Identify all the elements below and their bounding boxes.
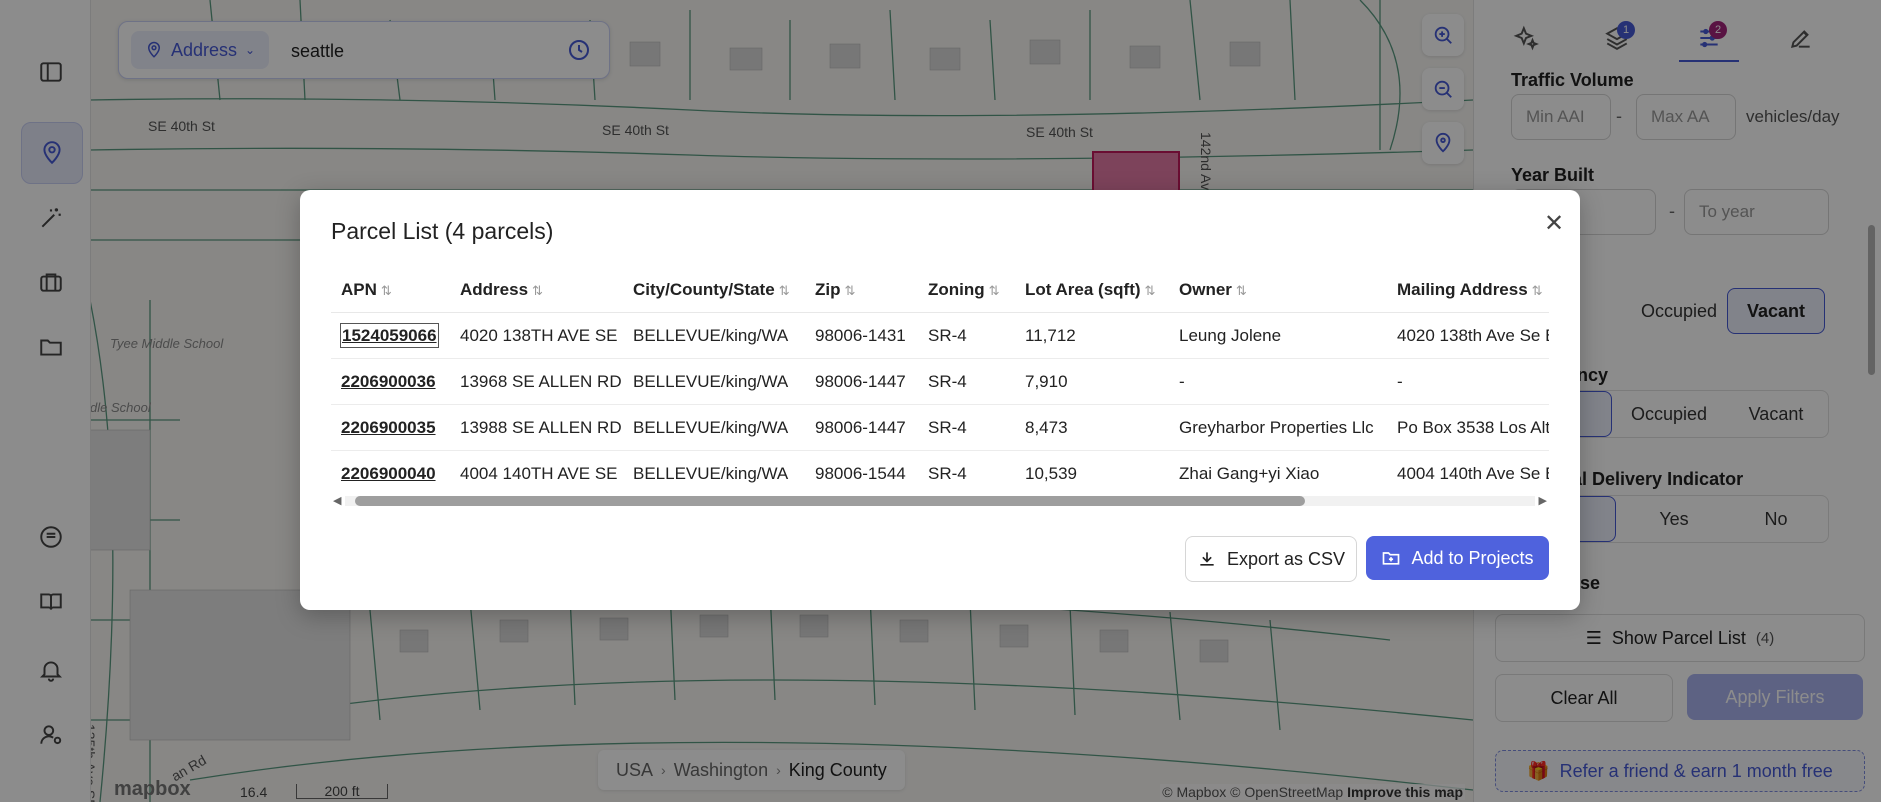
cell-city: BELLEVUE/king/WA <box>623 358 805 405</box>
table-row: 1524059066 4020 138TH AVE SE BELLEVUE/ki… <box>331 312 1549 359</box>
cell-lot-area: 8,473 <box>1015 404 1169 451</box>
column-header-address[interactable]: Address ⇅ <box>450 268 623 313</box>
cell-zip: 98006-1544 <box>805 450 918 486</box>
sort-icon: ⇅ <box>1531 283 1543 298</box>
cell-mailing: 4020 138th Ave Se B <box>1387 312 1549 359</box>
column-header-mailing[interactable]: Mailing Address ⇅ <box>1387 268 1549 313</box>
add-to-projects-button[interactable]: Add to Projects <box>1366 536 1549 580</box>
sort-icon: ⇅ <box>988 283 1000 298</box>
column-header-zoning[interactable]: Zoning ⇅ <box>918 268 1015 313</box>
column-header-city[interactable]: City/County/State ⇅ <box>623 268 805 313</box>
folder-plus-icon <box>1383 552 1400 565</box>
parcel-list-modal: Parcel List (4 parcels) ✕ APN ⇅ Address ⇅ … <box>300 190 1580 610</box>
cell-city: BELLEVUE/king/WA <box>623 312 805 359</box>
cell-zip: 98006-1447 <box>805 404 918 451</box>
cell-owner: Leung Jolene <box>1169 312 1387 359</box>
cell-lot-area: 10,539 <box>1015 450 1169 486</box>
parcel-table: APN ⇅ Address ⇅ City/County/State ⇅ Zip ⇅ Zo… <box>331 268 1549 486</box>
modal-title: Parcel List (4 parcels) <box>331 218 554 244</box>
cell-zip: 98006-1431 <box>805 312 918 359</box>
cell-address: 4004 140TH AVE SE <box>450 450 623 486</box>
cell-mailing: 4004 140th Ave Se B <box>1387 450 1549 486</box>
column-header-owner[interactable]: Owner ⇅ <box>1169 268 1387 313</box>
cell-address: 13968 SE ALLEN RD <box>450 358 623 405</box>
cell-address: 13988 SE ALLEN RD <box>450 404 623 451</box>
cell-mailing: - <box>1387 358 1549 405</box>
sort-icon: ⇅ <box>778 283 790 298</box>
scroll-thumb[interactable] <box>355 496 1305 506</box>
cell-zoning: SR-4 <box>918 450 1015 486</box>
scroll-right-icon[interactable]: ▶ <box>1539 494 1547 507</box>
apn-link[interactable]: 2206900036 <box>331 358 450 405</box>
sort-icon: ⇅ <box>532 283 543 298</box>
cell-city: BELLEVUE/king/WA <box>623 404 805 451</box>
column-header-zip[interactable]: Zip ⇅ <box>805 268 918 313</box>
add-to-projects-label: Add to Projects <box>1411 547 1534 568</box>
sort-icon: ⇅ <box>380 283 392 298</box>
table-header-row: APN ⇅ Address ⇅ City/County/State ⇅ Zip ⇅ Zo… <box>331 268 1549 313</box>
close-icon[interactable]: ✕ <box>1539 208 1569 238</box>
cell-address: 4020 138TH AVE SE <box>450 312 623 359</box>
cell-owner: - <box>1169 358 1387 405</box>
cell-lot-area: 7,910 <box>1015 358 1169 405</box>
column-header-apn[interactable]: APN ⇅ <box>331 268 450 313</box>
cell-lot-area: 11,712 <box>1015 312 1169 359</box>
cell-zoning: SR-4 <box>918 312 1015 359</box>
column-header-lot-area[interactable]: Lot Area (sqft) ⇅ <box>1015 268 1169 313</box>
cell-city: BELLEVUE/king/WA <box>623 450 805 486</box>
sort-icon: ⇅ <box>844 283 856 298</box>
cell-zoning: SR-4 <box>918 358 1015 405</box>
cell-owner: Greyharbor Properties Llc <box>1169 404 1387 451</box>
table-row: 2206900040 4004 140TH AVE SE BELLEVUE/ki… <box>331 450 1549 486</box>
sort-icon: ⇅ <box>1144 283 1156 298</box>
apn-link[interactable]: 2206900035 <box>331 404 450 451</box>
scroll-left-icon[interactable]: ◀ <box>333 494 341 507</box>
download-icon <box>1200 552 1214 566</box>
table-horizontal-scrollbar[interactable]: ◀ ▶ <box>331 492 1549 508</box>
cell-owner: Zhai Gang+yi Xiao <box>1169 450 1387 486</box>
cell-zip: 98006-1447 <box>805 358 918 405</box>
export-csv-label: Export as CSV <box>1226 548 1346 569</box>
cell-mailing: Po Box 3538 Los Alt <box>1387 404 1549 451</box>
apn-link[interactable]: 2206900040 <box>331 450 450 486</box>
apn-link[interactable]: 1524059066 <box>331 312 450 359</box>
cell-zoning: SR-4 <box>918 404 1015 451</box>
table-row: 2206900036 13968 SE ALLEN RD BELLEVUE/ki… <box>331 358 1549 405</box>
table-row: 2206900035 13988 SE ALLEN RD BELLEVUE/ki… <box>331 404 1549 451</box>
sort-icon: ⇅ <box>1235 283 1247 298</box>
export-csv-button[interactable]: Export as CSV <box>1185 536 1357 582</box>
